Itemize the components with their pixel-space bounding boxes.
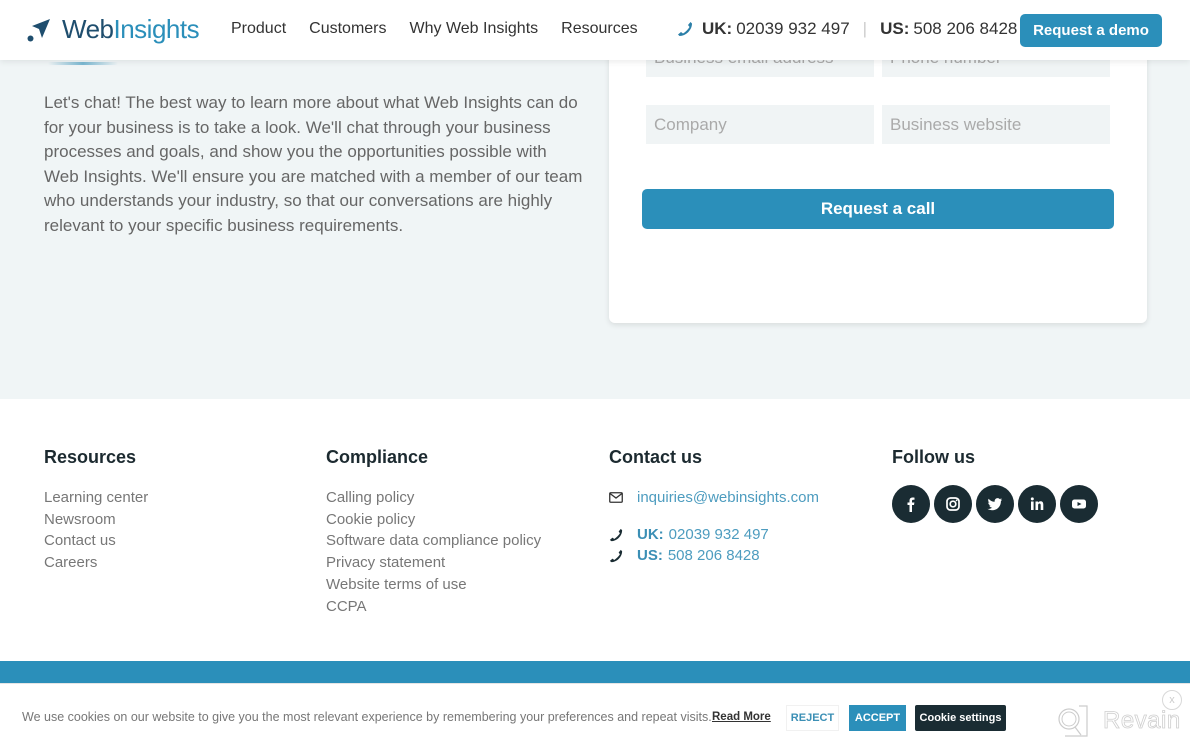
cookie-reject-button[interactable]: REJECT <box>786 705 839 731</box>
header-phones: UK: 02039 932 497 | US: 508 206 8428 <box>677 19 1017 39</box>
request-call-form: Business email address Phone number Comp… <box>609 38 1147 323</box>
cookie-accept-button[interactable]: ACCEPT <box>849 705 906 731</box>
cookie-message: We use cookies on our website to give yo… <box>22 710 712 724</box>
facebook-link[interactable] <box>892 485 930 523</box>
footer-contact: Contact us inquiries@webinsights.com UK:… <box>609 447 819 566</box>
logo[interactable]: WebInsights <box>26 14 200 45</box>
footer-link-calling-policy[interactable]: Calling policy <box>326 487 541 509</box>
phone-icon <box>609 549 625 563</box>
nav-product[interactable]: Product <box>231 20 286 38</box>
footer-uk-phone-row: UK: 02039 932 497 <box>609 524 819 545</box>
cookie-read-more-link[interactable]: Read More <box>712 711 771 723</box>
footer-link-contact-us[interactable]: Contact us <box>44 530 148 552</box>
footer-follow: Follow us <box>892 447 1098 523</box>
facebook-icon <box>907 497 915 512</box>
footer-link-website-terms[interactable]: Website terms of use <box>326 574 541 596</box>
footer-uk-phone[interactable]: 02039 932 497 <box>669 526 769 543</box>
footer-resources: Resources Learning center Newsroom Conta… <box>44 447 148 574</box>
logo-text: WebInsights <box>62 14 200 44</box>
phone-icon <box>609 528 625 542</box>
nav-customers[interactable]: Customers <box>309 20 386 38</box>
logo-icon <box>27 18 50 41</box>
request-call-button[interactable]: Request a call <box>642 189 1114 229</box>
footer-follow-title: Follow us <box>892 447 975 467</box>
uk-phone[interactable]: 02039 932 497 <box>736 19 849 39</box>
close-icon[interactable]: x <box>1162 690 1182 710</box>
footer-resources-title: Resources <box>44 447 137 467</box>
footer-bottom-bar <box>0 661 1190 683</box>
request-demo-button[interactable]: Request a demo <box>1020 14 1162 47</box>
revain-logo-icon <box>1058 705 1088 737</box>
company-field[interactable]: Company <box>646 105 874 144</box>
footer: Resources Learning center Newsroom Conta… <box>0 399 1190 661</box>
footer-link-privacy-statement[interactable]: Privacy statement <box>326 552 541 574</box>
footer-link-cookie-policy[interactable]: Cookie policy <box>326 509 541 531</box>
youtube-icon <box>1072 499 1086 509</box>
youtube-link[interactable] <box>1060 485 1098 523</box>
site-header: WebInsights Product Customers Why Web In… <box>0 0 1190 60</box>
contact-section: Let's chat! The best way to learn more a… <box>0 38 1190 399</box>
instagram-link[interactable] <box>934 485 972 523</box>
footer-email-row: inquiries@webinsights.com <box>609 487 819 508</box>
footer-link-newsroom[interactable]: Newsroom <box>44 509 148 531</box>
linkedin-link[interactable] <box>1018 485 1056 523</box>
decorative-line <box>48 62 118 65</box>
nav-resources[interactable]: Resources <box>561 20 637 38</box>
social-links <box>892 485 1098 523</box>
us-phone[interactable]: 508 206 8428 <box>913 19 1017 39</box>
footer-compliance: Compliance Calling policy Cookie policy … <box>326 447 541 617</box>
footer-contact-title: Contact us <box>609 447 703 467</box>
footer-link-software-data-compliance[interactable]: Software data compliance policy <box>326 530 541 552</box>
us-label: US: <box>880 19 910 38</box>
nav-why-web-insights[interactable]: Why Web Insights <box>410 20 539 38</box>
footer-uk-label: UK: <box>637 526 664 543</box>
twitter-link[interactable] <box>976 485 1014 523</box>
footer-email-link[interactable]: inquiries@webinsights.com <box>637 489 819 506</box>
phone-icon <box>678 22 692 36</box>
footer-us-phone-row: US: 508 206 8428 <box>609 545 819 566</box>
footer-compliance-title: Compliance <box>326 447 429 467</box>
footer-us-label: US: <box>637 547 663 564</box>
cookie-settings-button[interactable]: Cookie settings <box>915 705 1006 731</box>
footer-link-learning-center[interactable]: Learning center <box>44 487 148 509</box>
twitter-icon <box>987 498 1002 511</box>
instagram-icon <box>946 497 960 511</box>
linkedin-icon <box>1030 497 1044 510</box>
revain-watermark: Revain <box>1055 705 1181 737</box>
uk-label: UK: <box>702 19 733 38</box>
phone-separator: | <box>862 19 868 38</box>
intro-text: Let's chat! The best way to learn more a… <box>44 93 583 235</box>
cookie-banner: We use cookies on our website to give yo… <box>0 683 1190 753</box>
footer-us-phone[interactable]: 508 206 8428 <box>668 547 760 564</box>
main-nav: Product Customers Why Web Insights Resou… <box>231 20 638 38</box>
revain-label: Revain <box>1103 707 1181 735</box>
envelope-icon <box>609 492 625 503</box>
business-website-field[interactable]: Business website <box>882 105 1110 144</box>
footer-link-ccpa[interactable]: CCPA <box>326 596 541 618</box>
footer-link-careers[interactable]: Careers <box>44 552 148 574</box>
